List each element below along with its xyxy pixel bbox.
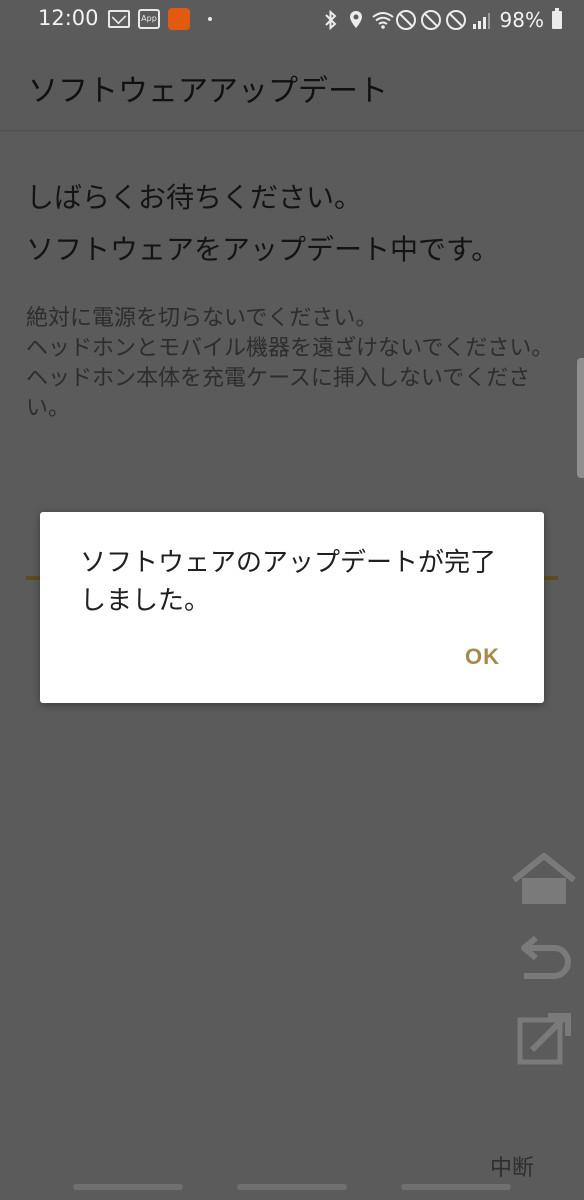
nav-gesture-left[interactable]: [73, 1184, 183, 1190]
nav-gesture-right[interactable]: [401, 1184, 511, 1190]
more-dot-icon: [208, 17, 212, 21]
mail-icon: [108, 10, 130, 28]
block-icon: [445, 10, 466, 30]
update-message-line1: しばらくお待ちください。: [26, 181, 363, 214]
edge-panel-handle[interactable]: [577, 358, 584, 478]
wifi-icon: [371, 10, 394, 30]
app-orange-icon: [168, 8, 190, 30]
warning-line1: 絶対に電源を切らないでください。: [26, 306, 378, 331]
warning-line2: ヘッドホンとモバイル機器を遠ざけないでください。: [26, 336, 554, 361]
completion-dialog: ソフトウェアのアップデートが完了しました。 OK: [40, 512, 544, 703]
app-bar: ソフトウェアアップデート: [0, 40, 584, 131]
bluetooth-icon: [321, 9, 341, 31]
notification-icons: App: [108, 8, 212, 30]
block-icon: [395, 10, 416, 30]
warning-text: 絶対に電源を切らないでください。 ヘッドホンとモバイル機器を遠ざけないでください…: [26, 304, 566, 424]
battery-percent: 98%: [499, 8, 544, 32]
update-message: しばらくお待ちください。 ソフトウェアをアップデート中です。: [26, 172, 499, 276]
dialog-message: ソフトウェアのアップデートが完了しました。: [80, 548, 497, 616]
page-title: ソフトウェアアップデート: [28, 74, 388, 109]
status-bar: 12:00 App 98%: [0, 0, 584, 40]
nav-gesture-center[interactable]: [237, 1184, 347, 1190]
system-icons: 98%: [321, 8, 544, 32]
update-message-line2: ソフトウェアをアップデート中です。: [26, 233, 500, 266]
warning-line3: ヘッドホン本体を充電ケースに挿入しないでください。: [26, 366, 531, 421]
gesture-nav-bar: [0, 1176, 584, 1200]
app-icon: App: [138, 9, 160, 29]
ok-button[interactable]: OK: [465, 644, 500, 670]
block-icon: [420, 10, 441, 30]
back-icon[interactable]: [510, 930, 578, 990]
home-icon[interactable]: [510, 850, 578, 910]
status-time: 12:00: [38, 6, 99, 30]
battery-icon: [552, 8, 562, 29]
signal-icon: [471, 10, 491, 30]
share-icon[interactable]: [510, 1008, 578, 1068]
location-icon: [346, 10, 366, 30]
